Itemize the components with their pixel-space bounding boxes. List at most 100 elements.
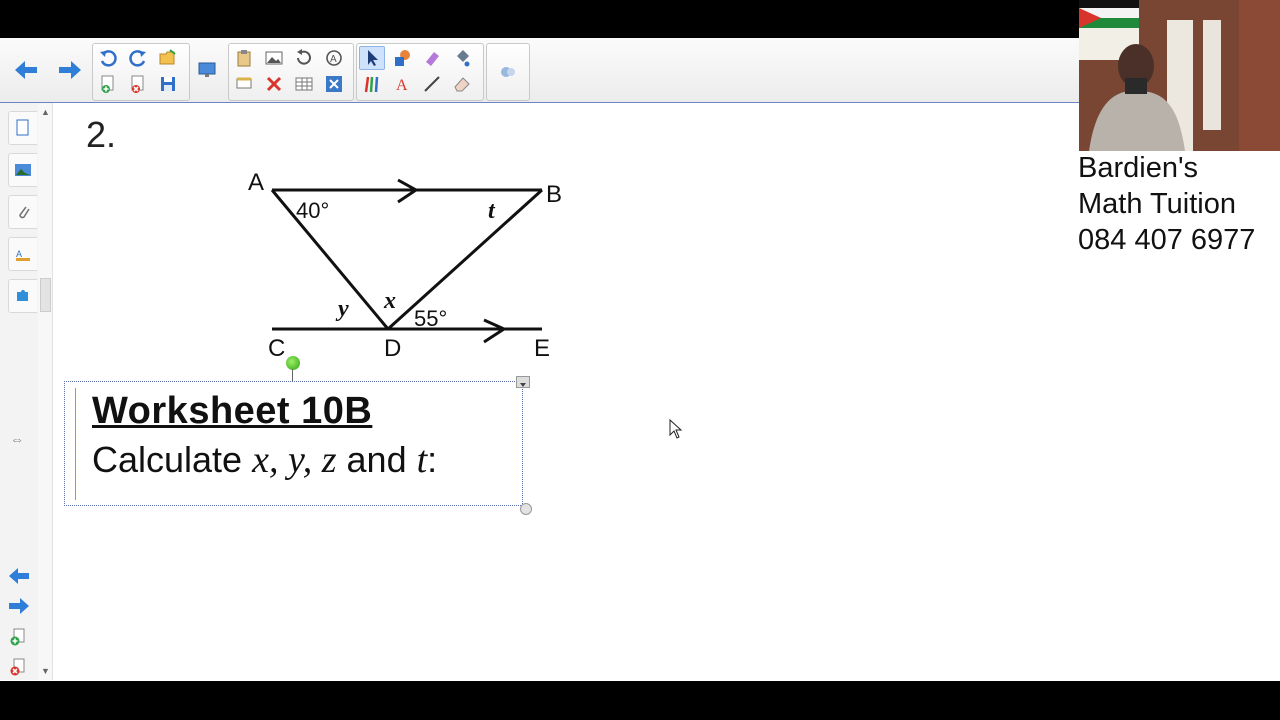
label-d: D: [384, 335, 401, 362]
collapse-arrow-icon[interactable]: ⇔: [10, 431, 24, 447]
screen-shade-icon: [236, 77, 252, 89]
main-toolbar: A A: [0, 38, 1079, 103]
parallel-arrow-bottom: [483, 318, 508, 344]
sidebar-next-page-button[interactable]: [8, 597, 30, 620]
eraser-tool-button[interactable]: [449, 72, 475, 96]
vertical-scrollbar[interactable]: ▲ ▼: [38, 103, 53, 680]
shapes-tool-button[interactable]: [389, 46, 415, 70]
tutor-info: Bardien's Math Tuition 084 407 6977: [1078, 150, 1255, 258]
gallery-tab[interactable]: [8, 153, 37, 187]
magic-pen-button[interactable]: [419, 46, 445, 70]
select-tool-button[interactable]: [359, 46, 385, 70]
redo-icon: [129, 50, 146, 67]
object-menu-button[interactable]: [516, 376, 530, 388]
label-a: A: [248, 169, 264, 196]
scroll-thumb[interactable]: [40, 278, 51, 312]
svg-text:A: A: [396, 77, 408, 94]
tutor-phone: 084 407 6977: [1078, 224, 1256, 256]
sidebar-add-page-button[interactable]: [8, 627, 28, 652]
sidebar-prev-page-button[interactable]: [8, 567, 30, 590]
parallel-lines-diagram[interactable]: A B C D E 40° 55° t x y: [240, 160, 580, 370]
text-cursor-line: [75, 388, 76, 500]
angle-55-label: 55°: [414, 306, 447, 331]
side-tabs: A ⇔: [0, 103, 39, 680]
open-file-button[interactable]: [155, 46, 181, 70]
picture-icon: [265, 51, 283, 65]
pointer-icon: [368, 50, 378, 66]
redo-button[interactable]: [125, 46, 151, 70]
reset-page-button[interactable]: [291, 46, 317, 70]
add-ons-tab[interactable]: [8, 279, 37, 313]
paperclip-icon: [19, 206, 30, 219]
mouse-cursor-icon: [669, 418, 683, 444]
page-icon: [16, 119, 29, 136]
insert-table-button[interactable]: [291, 72, 317, 96]
rotate-handle[interactable]: [286, 356, 300, 370]
arrow-left-icon: [9, 568, 29, 584]
gallery-icon: [15, 164, 31, 176]
arrow-right-icon: [9, 598, 29, 614]
save-button[interactable]: [155, 72, 181, 96]
table-icon: [295, 77, 313, 91]
delete-page-icon: [131, 75, 144, 93]
variable-t-label: t: [488, 198, 496, 224]
fill-tool-button[interactable]: [449, 46, 475, 70]
previous-page-button[interactable]: [6, 50, 46, 90]
file-tools-group: [92, 43, 190, 101]
page-sorter-tab[interactable]: [8, 111, 37, 145]
paste-button[interactable]: [231, 46, 257, 70]
svg-text:A: A: [330, 54, 337, 65]
handwriting-button[interactable]: A: [321, 46, 347, 70]
instruction-variable-t: t: [416, 439, 428, 481]
line-bd: [386, 188, 544, 331]
drawing-tools-group: A: [356, 43, 484, 101]
resize-handle[interactable]: [520, 503, 532, 515]
show-hide-button[interactable]: [231, 72, 257, 96]
next-page-button[interactable]: [50, 50, 90, 90]
add-page-button[interactable]: [95, 72, 121, 96]
pens-tool-button[interactable]: [359, 72, 385, 96]
fill-icon: [457, 50, 470, 67]
undo-icon: [100, 50, 117, 67]
clipboard-icon: [237, 50, 251, 67]
add-page-icon: [101, 75, 114, 93]
instruction-prefix: Calculate: [92, 439, 253, 480]
eraser-icon: [454, 77, 470, 92]
delete-button[interactable]: [261, 72, 287, 96]
puzzle-icon: [17, 290, 28, 301]
properties-tab[interactable]: A: [8, 237, 37, 271]
delete-page-button[interactable]: [125, 72, 151, 96]
boxed-x-icon: [326, 76, 342, 92]
tutor-name: Bardien's: [1078, 152, 1198, 184]
close-object-button[interactable]: [321, 72, 347, 96]
tutor-subject: Math Tuition: [1078, 188, 1236, 220]
variable-y-label: y: [335, 296, 349, 322]
worksheet-title: Worksheet 10B: [92, 390, 373, 432]
instruction-variables: x, y, z: [252, 439, 337, 481]
delete-page-icon: [10, 658, 25, 676]
hand-text-icon: A: [326, 50, 342, 66]
scroll-down-icon[interactable]: ▼: [41, 666, 50, 676]
reset-icon: [297, 49, 311, 65]
instruction-and: and: [336, 439, 417, 480]
screen-capture-button[interactable]: [194, 58, 220, 82]
label-e: E: [534, 335, 550, 362]
angle-40-label: 40°: [296, 198, 329, 223]
webcam-feed: [1079, 0, 1280, 151]
undo-button[interactable]: [95, 46, 121, 70]
line-tool-button[interactable]: [419, 72, 445, 96]
save-icon: [161, 77, 175, 91]
properties-tab-icon: A: [16, 249, 30, 261]
edit-tools-group: A: [228, 43, 354, 101]
insert-picture-button[interactable]: [261, 46, 287, 70]
variable-x-label: x: [383, 288, 396, 314]
properties-icon: [501, 67, 515, 77]
sidebar-delete-page-button[interactable]: [8, 657, 28, 682]
properties-button[interactable]: [495, 60, 521, 84]
arrow-right-icon: [59, 61, 81, 79]
label-b: B: [546, 181, 562, 208]
svg-text:A: A: [16, 249, 22, 259]
attachments-tab[interactable]: [8, 195, 37, 229]
scroll-up-icon[interactable]: ▲: [41, 107, 50, 117]
text-tool-button[interactable]: A: [389, 72, 415, 96]
